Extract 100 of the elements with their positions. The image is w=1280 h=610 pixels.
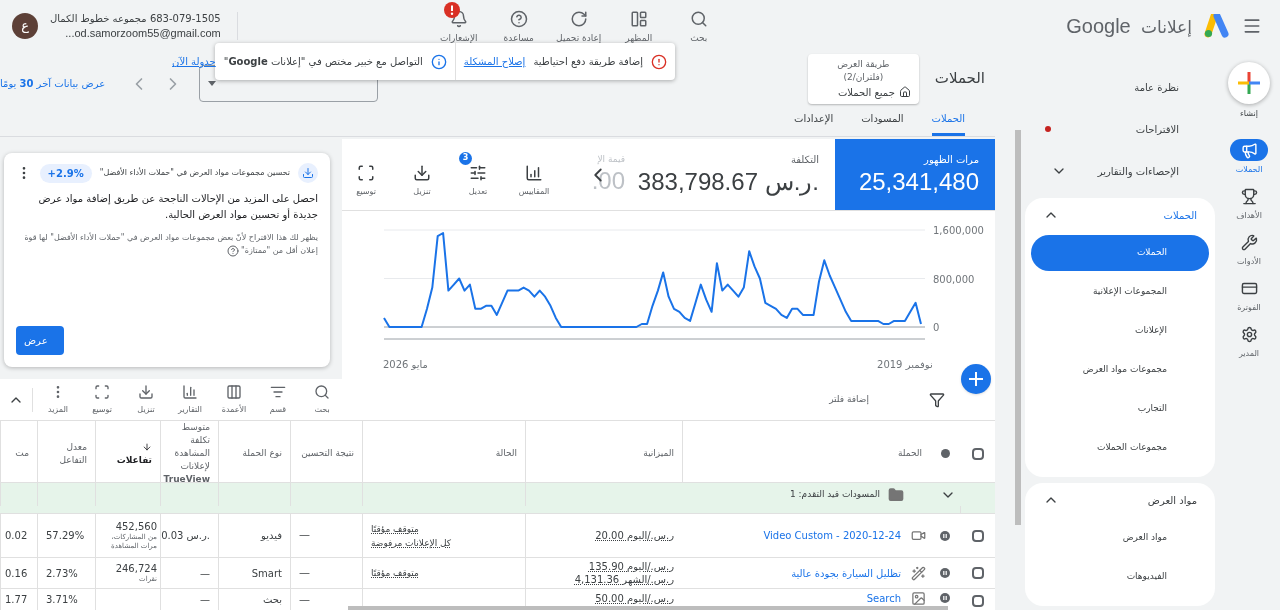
nav-subitem[interactable]: الفيديوهات — [1031, 559, 1209, 595]
account-name: 683-079-1505 مجموعه خطوط الكمال — [50, 12, 221, 26]
optimization-score: — — [299, 564, 310, 581]
select-all-checkbox[interactable] — [971, 447, 984, 460]
nav-subitem[interactable]: مجموعات مواد العرض — [1031, 352, 1209, 388]
suggestion-title: تحسين مجموعات مواد العرض في "حملات الأداء الأفضل" — [99, 167, 290, 179]
scrollbar[interactable] — [1015, 130, 1021, 525]
nav-subitem[interactable]: المجموعات الإعلانية — [1031, 274, 1209, 310]
status-text: متوقف مؤقتًا — [371, 567, 419, 580]
add-filter-field[interactable]: إضافة فلتر — [829, 392, 869, 407]
table-tool-button[interactable]: قسم — [261, 383, 295, 416]
toolbar-button[interactable]: بحث — [675, 6, 722, 46]
campaign-type: فيديو — [261, 529, 282, 543]
table-tool-button[interactable]: المزيد — [41, 383, 75, 416]
view-button[interactable]: عرض — [15, 326, 64, 355]
home-icon — [898, 86, 911, 98]
filter-icon[interactable] — [929, 391, 945, 408]
account-email: ...od.samorzoom55@gmail.com — [65, 26, 221, 40]
nav-group-header[interactable]: مواد العرض — [1025, 483, 1215, 517]
banner-link[interactable]: إصلاح المشكلة — [463, 54, 526, 69]
column-header[interactable]: نوع الحملة — [242, 447, 282, 460]
chart-tool-button[interactable]: المقاييس — [515, 151, 553, 198]
toolbar-button[interactable]: المظهر — [615, 6, 662, 46]
table-tool-button[interactable]: الأعمدة — [217, 383, 251, 416]
campaign-link[interactable]: تظليل السيارة بجودة عالية — [791, 565, 901, 581]
table-cell-text: 1.77 — [5, 593, 28, 607]
info-icon — [430, 53, 447, 70]
suggestion-note: يظهر لك هذا الاقتراح لأنّ بعض مجموعات مواد العرض في "حملات الأداء الأفضل" لها قوة إعلان أقل من "ممتازة" — [23, 231, 318, 257]
campaign-link[interactable]: Video Custom - 2020-12-24 — [763, 528, 901, 543]
download-icon — [413, 163, 431, 182]
interaction-rate: 2.73% — [46, 566, 78, 581]
campaign-link[interactable]: Search — [866, 591, 901, 606]
column-header[interactable]: الحملة — [897, 447, 922, 460]
sliders-icon — [469, 163, 487, 182]
x-tick-label: مايو 2026 — [383, 358, 428, 372]
table-cell-text: 0.02 — [5, 529, 28, 543]
banner-link[interactable]: جدولة الآن — [172, 54, 216, 69]
nav-group-header[interactable]: الحملات — [1025, 198, 1215, 232]
tab[interactable]: الإعدادات — [794, 111, 834, 136]
megaphone-icon — [1240, 141, 1258, 159]
tab[interactable]: الحملات — [931, 111, 965, 136]
suggestion-body: احصل على المزيد من الإحالات الناجحة عن طريق إضافة مواد عرض جديدة أو تحسين مواد العرض الحالية. — [37, 192, 318, 223]
column-header[interactable]: الميزانية — [643, 447, 674, 460]
expand-icon — [357, 163, 375, 182]
nav-subitem[interactable]: الحملات — [1031, 235, 1209, 271]
help-icon[interactable] — [226, 244, 239, 257]
rail-item[interactable]: الأدوات — [1230, 231, 1268, 268]
row-checkbox[interactable] — [971, 567, 984, 579]
interactions-text: 246,724 — [114, 562, 157, 575]
nav-subitem[interactable]: مجموعات الحملات — [1031, 430, 1209, 466]
campaign-type: بحث — [262, 593, 282, 607]
toolbar-button[interactable]: مساعدة — [495, 6, 542, 46]
nav-item[interactable]: نظرة عامة — [1025, 66, 1215, 108]
tab[interactable]: المسودات — [861, 111, 904, 136]
chart-tool-button[interactable]: توسيع — [347, 151, 385, 198]
view-selector[interactable]: طريقة العرض (فلتران/2) جميع الحملات — [807, 53, 919, 104]
column-header[interactable]: الحالة — [495, 447, 517, 460]
column-header[interactable]: مت — [15, 447, 29, 460]
trueview-cost: — — [200, 593, 210, 607]
table-tool-button[interactable]: بحث — [305, 383, 339, 416]
layout-icon — [629, 10, 648, 29]
table-tool-button[interactable]: تنزيل — [129, 383, 163, 416]
column-header[interactable]: معدل التفاعل — [46, 440, 87, 467]
chart-tool-button[interactable]: تنزيل — [403, 151, 441, 198]
y-tick-label: 800,000 — [933, 273, 975, 285]
expand-icon — [94, 383, 110, 400]
toolbar-button[interactable]: إعادة تحميل — [555, 6, 602, 46]
count-badge: 3 — [459, 151, 472, 165]
magic-wand-icon — [911, 565, 926, 581]
plus-icon — [1238, 72, 1260, 94]
settings-icon — [1240, 325, 1258, 343]
rail-item[interactable]: الأهداف — [1230, 185, 1268, 222]
row-checkbox[interactable] — [971, 529, 984, 542]
avatar[interactable]: ع — [12, 13, 38, 39]
y-tick-label: 0 — [933, 322, 940, 333]
interaction-rate: 57.29% — [46, 529, 85, 543]
page-title: الحملات — [934, 68, 985, 90]
row-checkbox[interactable] — [971, 595, 984, 607]
nav-item[interactable]: الإحصاءات والتقارير — [1025, 150, 1215, 192]
rail-item[interactable]: المدير — [1230, 323, 1268, 360]
nav-subitem[interactable]: التجارب — [1031, 391, 1209, 427]
nav-item[interactable]: الاقتراحات — [1025, 108, 1215, 150]
caret-icon — [208, 81, 217, 86]
column-header[interactable]: نتيجة التحسين — [301, 447, 354, 460]
toolbar-button[interactable]: الإشعارات — [435, 6, 482, 46]
table-cell-text: 0.16 — [5, 566, 28, 581]
rail-item[interactable]: الفوترة — [1230, 277, 1268, 314]
table-tool-button[interactable]: توسيع — [85, 383, 119, 416]
table-tool-button[interactable]: التقارير — [173, 383, 207, 416]
nav-subitem[interactable]: مواد العرض — [1031, 520, 1209, 556]
nav-subitem[interactable]: الإعلانات — [1031, 313, 1209, 349]
menu-icon[interactable] — [1242, 16, 1262, 36]
budget-text: 135.90 ر.س./اليوم — [588, 560, 674, 573]
suggestion-icon — [298, 163, 318, 183]
wrench-icon — [1240, 233, 1258, 251]
horizontal-scrollbar[interactable] — [348, 606, 948, 610]
column-header[interactable]: تفاعلات — [104, 440, 152, 467]
x-tick-label: نوفمبر 2019 — [877, 358, 933, 372]
budget-text: 4,131.36 ر.س./الشهر — [574, 573, 674, 586]
interactions-text: 452,560 — [114, 520, 157, 533]
